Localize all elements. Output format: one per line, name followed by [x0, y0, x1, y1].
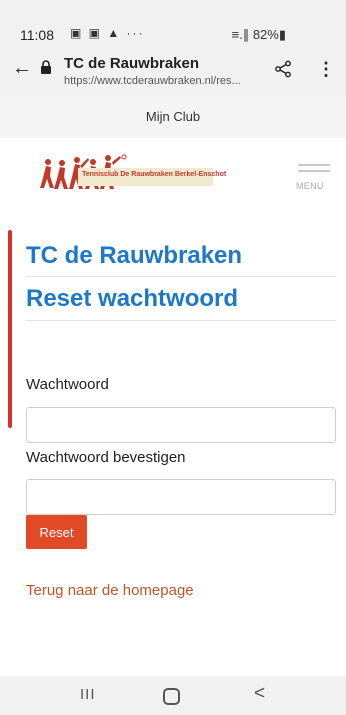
password-input[interactable]	[26, 407, 336, 443]
logo-banner-text: Tennisclub De Rauwbraken Berkel-Enschot	[82, 171, 227, 178]
club-bar[interactable]: Mijn Club	[0, 96, 346, 138]
confirm-password-label: Wachtwoord bevestigen	[26, 449, 186, 466]
reset-password-form: TC de Rauwbraken Reset wachtwoord Wachtw…	[0, 230, 346, 650]
page-url[interactable]: https://www.tcderauwbraken.nl/res...	[64, 75, 270, 87]
divider	[26, 276, 336, 277]
page-title: TC de Rauwbraken	[64, 55, 200, 72]
club-bar-label[interactable]: Mijn Club	[0, 96, 346, 138]
home-icon[interactable]	[163, 688, 180, 705]
signal-battery-indicator: ≡.∥ 82%▮	[231, 27, 286, 42]
notification-icons: ▣ ▣ ▲ ···	[70, 26, 145, 40]
club-heading: TC de Rauwbraken	[26, 242, 243, 269]
status-time: 11:08	[20, 27, 54, 43]
nav-back-icon[interactable]: <	[254, 683, 265, 705]
browser-toolbar: ← TC de Rauwbraken https://www.tcderauwb…	[0, 46, 346, 96]
reset-button[interactable]: Reset	[26, 515, 87, 549]
lock-icon	[41, 60, 51, 74]
status-bar: 11:08 ▣ ▣ ▲ ··· ≡.∥ 82%▮	[0, 0, 346, 46]
hamburger-icon	[298, 170, 330, 172]
back-arrow-icon[interactable]: ←	[12, 57, 32, 80]
confirm-password-input[interactable]	[26, 479, 336, 515]
share-icon[interactable]	[274, 60, 292, 78]
form-heading: Reset wachtwoord	[26, 285, 239, 312]
accent-bar	[8, 230, 12, 428]
password-label: Wachtwoord	[26, 376, 109, 393]
menu-label: MENU	[296, 181, 324, 191]
hamburger-icon	[298, 164, 330, 166]
menu-button[interactable]: MENU	[296, 164, 330, 204]
divider	[26, 320, 336, 321]
system-nav-bar: III <	[0, 676, 346, 715]
back-to-homepage-link[interactable]: Terug naar de homepage	[26, 582, 194, 599]
recents-icon[interactable]: III	[80, 686, 96, 703]
site-header: Tennisclub De Rauwbraken Berkel-Enschot …	[0, 138, 346, 230]
overflow-menu-icon[interactable]: ⋮	[317, 59, 335, 80]
